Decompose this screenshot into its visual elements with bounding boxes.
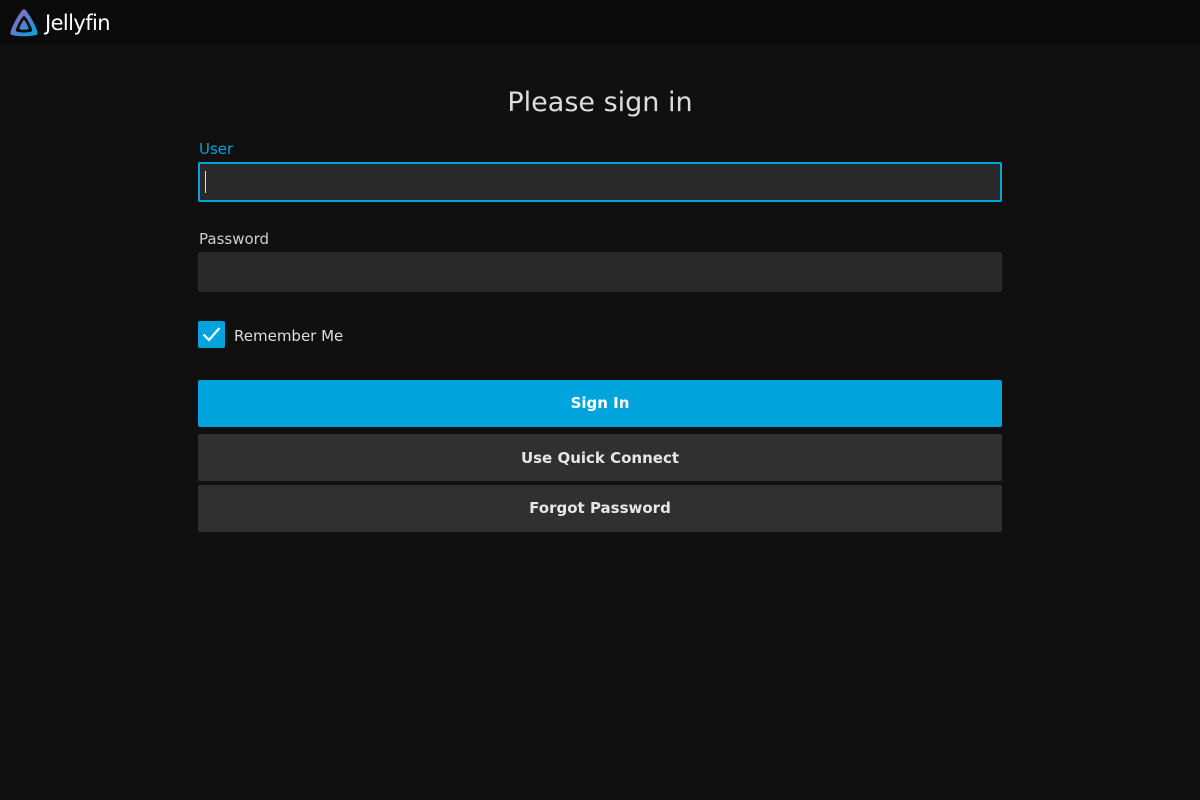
forgot-password-button[interactable]: Forgot Password bbox=[198, 485, 1002, 532]
logo[interactable]: Jellyfin bbox=[8, 7, 111, 39]
text-caret bbox=[205, 171, 206, 193]
logo-text: Jellyfin bbox=[45, 11, 111, 35]
password-label: Password bbox=[199, 230, 270, 248]
user-input[interactable] bbox=[198, 162, 1002, 202]
quick-connect-button[interactable]: Use Quick Connect bbox=[198, 434, 1002, 481]
check-icon bbox=[202, 327, 221, 342]
sign-in-button[interactable]: Sign In bbox=[198, 380, 1002, 427]
jellyfin-logo-icon bbox=[10, 9, 38, 37]
app-header: Jellyfin bbox=[0, 0, 1200, 45]
password-input[interactable] bbox=[198, 252, 1002, 292]
remember-me-label[interactable]: Remember Me bbox=[234, 326, 343, 346]
remember-me-checkbox[interactable] bbox=[198, 321, 225, 348]
user-label: User bbox=[199, 140, 234, 158]
page-title: Please sign in bbox=[507, 87, 693, 118]
